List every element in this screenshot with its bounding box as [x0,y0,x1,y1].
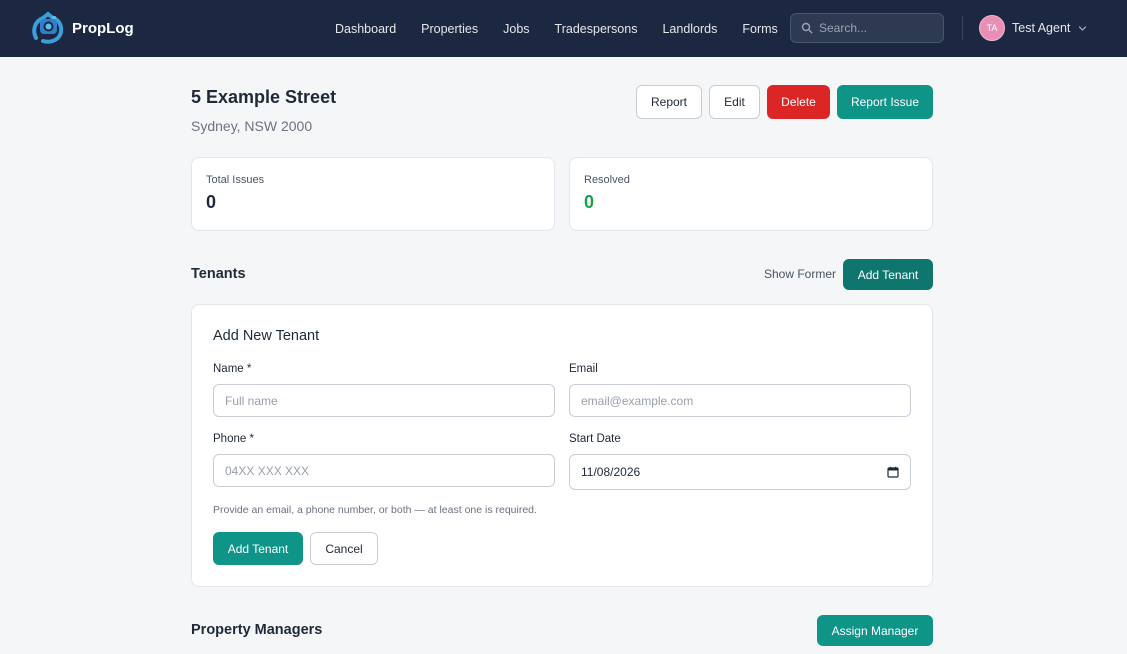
phone-field[interactable] [213,454,555,487]
resolved-value: 0 [584,192,595,212]
email-label: Email [569,363,598,375]
add-tenant-button[interactable]: Add Tenant [843,259,933,290]
phone-label: Phone * [213,433,254,445]
report-issue-button[interactable]: Report Issue [837,85,933,119]
proplog-logo-icon [32,11,64,44]
nav-link-tradespersons[interactable]: Tradespersons [555,22,638,36]
nav-link-jobs[interactable]: Jobs [503,22,529,36]
form-title: Add New Tenant [213,328,320,344]
start-date-label: Start Date [569,433,621,445]
search-icon [801,22,813,34]
nav-divider [962,16,963,40]
top-navbar: PropLog Dashboard Properties Jobs Trades… [0,0,1127,57]
search-input[interactable] [819,21,939,35]
user-name: Test Agent [1012,21,1071,35]
email-field[interactable] [569,384,911,417]
total-issues-label: Total Issues [206,174,265,186]
delete-button[interactable]: Delete [767,85,830,119]
app-name: PropLog [72,19,134,37]
nav-link-landlords[interactable]: Landlords [662,22,717,36]
main-nav: Dashboard Properties Jobs Tradespersons … [335,0,803,57]
total-issues-value: 0 [206,192,217,212]
name-field[interactable] [213,384,555,417]
start-date-field[interactable]: 11/08/2026 [569,454,911,490]
chevron-down-icon [1079,25,1087,31]
tenants-title: Tenants [191,266,246,282]
nav-link-properties[interactable]: Properties [421,22,478,36]
report-button[interactable]: Report [636,85,702,119]
resolved-label: Resolved [584,174,630,186]
calendar-icon[interactable] [887,466,899,478]
page-subtitle: Sydney, NSW 2000 [191,118,313,134]
user-menu[interactable]: TA Test Agent [979,15,1087,41]
avatar: TA [979,15,1005,41]
name-label: Name * [213,363,252,375]
show-former-toggle[interactable]: Show Former [764,267,836,281]
form-help-text: Provide an email, a phone number, or bot… [213,504,537,516]
add-tenant-form: Add New Tenant Name * Email Phone * Star… [191,304,933,587]
brand[interactable]: PropLog [30,10,134,46]
nav-link-dashboard[interactable]: Dashboard [335,22,396,36]
page-title: 5 Example Street [191,87,337,107]
assign-manager-button[interactable]: Assign Manager [817,615,933,646]
property-managers-title: Property Managers [191,622,323,638]
cancel-button[interactable]: Cancel [310,532,378,565]
submit-tenant-button[interactable]: Add Tenant [213,532,303,565]
start-date-value: 11/08/2026 [581,465,641,479]
edit-button[interactable]: Edit [709,85,760,119]
search-box[interactable] [790,13,944,43]
nav-link-forms[interactable]: Forms [742,22,777,36]
resolved-card: Resolved 0 [569,157,933,231]
total-issues-card: Total Issues 0 [191,157,555,231]
